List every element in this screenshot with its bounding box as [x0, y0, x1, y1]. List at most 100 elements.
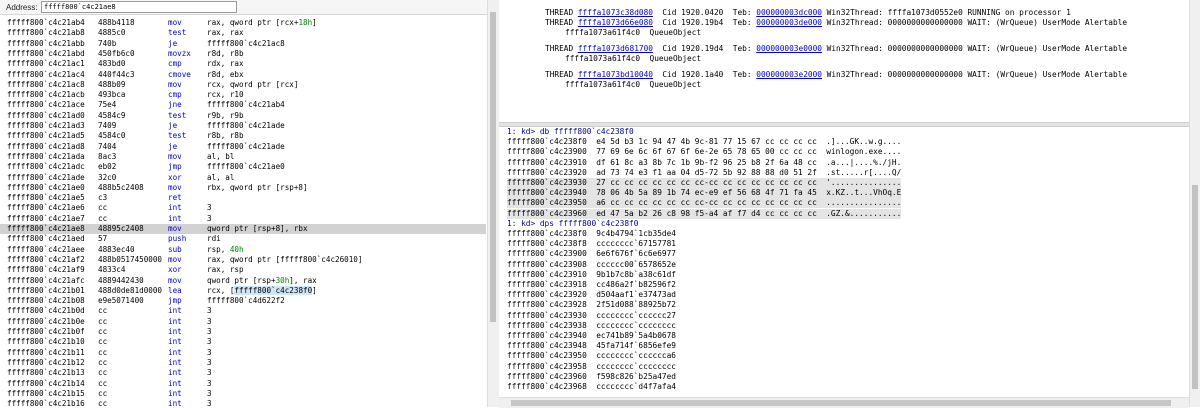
disasm-bytes: cc [98, 378, 108, 388]
thread-output-pane: THREAD ffffa1073c38d080 Cid 1920.0420 Te… [499, 0, 1189, 122]
disasm-address: fffff800`c4c21af2 [7, 254, 85, 264]
disasm-mnemonic: int [168, 388, 182, 398]
disasm-row[interactable]: fffff800`c4c21af2 488b0517450000 mov rax, q… [0, 255, 486, 265]
disasm-operands: rcx, [fffff800`c4c238f0] [207, 285, 317, 295]
disasm-row[interactable]: fffff800`c4c21b0f cc int 3 [0, 327, 486, 337]
disasm-row[interactable]: fffff800`c4c21ae7 cc int 3 [0, 214, 486, 224]
disasm-operands: 3 [207, 378, 212, 388]
disasm-address: fffff800`c4c21ae5 [7, 193, 85, 203]
disasm-row[interactable]: fffff800`c4c21ac8 488b09 mov rcx, qword ptr… [0, 80, 486, 90]
disasm-row[interactable]: fffff800`c4c21af9 4833c4 xor rax, rsp [0, 265, 486, 275]
disasm-row[interactable]: fffff800`c4c21ac4 440f44c3 cmove r8d, ebx [0, 70, 486, 80]
disasm-address: fffff800`c4c21ada [7, 151, 85, 161]
disasm-bytes: 4584c0 [98, 131, 126, 141]
disasm-row[interactable]: fffff800`c4c21b13 cc int 3 [0, 368, 486, 378]
teb-address-link[interactable]: 000000003e0000 [756, 44, 822, 53]
command-vertical-scrollbar[interactable] [1189, 0, 1200, 407]
teb-address-link[interactable]: 000000003de000 [756, 18, 822, 27]
disasm-highlighted-operand: fffff800`c4c238f0 [234, 285, 313, 295]
disasm-mnemonic: jmp [168, 162, 182, 172]
disasm-row[interactable]: fffff800`c4c21ae8 48895c2408 mov qword ptr … [0, 224, 486, 234]
disasm-row[interactable]: fffff800`c4c21aed 57 push rdi [0, 234, 486, 244]
teb-address-link[interactable]: 000000003e2000 [756, 70, 822, 79]
disasm-row[interactable]: fffff800`c4c21ad0 4584c9 test r9b, r9b [0, 111, 486, 121]
disasm-bytes: cc [98, 316, 108, 326]
disasm-address: fffff800`c4c21ab4 [7, 18, 85, 27]
disasm-row[interactable]: fffff800`c4c21b16 cc int 3 [0, 399, 486, 407]
disasm-address: fffff800`c4c21ae0 [7, 182, 85, 192]
disasm-row[interactable]: fffff800`c4c21b10 cc int 3 [0, 337, 486, 347]
thread-address-link[interactable]: ffffa1073d681700 [578, 44, 653, 53]
disasm-row[interactable]: fffff800`c4c21ada 8ac3 mov al, bl [0, 152, 486, 162]
memory-dump-line: fffff800`c4c23920 d504aaf1`e37473ad [507, 290, 676, 300]
disasm-mnemonic: int [168, 316, 182, 326]
thread-address-link[interactable]: ffffa1073c38d080 [578, 8, 653, 17]
memory-dump-line: fffff800`c4c23910 9b1b7c8b`a38c61df [507, 269, 676, 279]
disasm-row[interactable]: fffff800`c4c21b11 cc int 3 [0, 348, 486, 358]
disasm-row[interactable]: fffff800`c4c21ac1 483bd0 cmp rdx, rax [0, 59, 486, 69]
disasm-row[interactable]: fffff800`c4c21ab8 4885c0 test rax, rax [0, 28, 486, 38]
disasm-mnemonic: mov [168, 18, 182, 27]
disasm-row[interactable]: fffff800`c4c21b0d cc int 3 [0, 306, 486, 316]
disasm-row[interactable]: fffff800`c4c21ab4 488b4118 mov rax, qword p… [0, 18, 486, 28]
disasm-operands: fffff800`c4d622f2 [207, 296, 285, 306]
disasm-row[interactable]: fffff800`c4c21b14 cc int 3 [0, 379, 486, 389]
disasm-mnemonic: ret [168, 193, 182, 203]
disasm-row[interactable]: fffff800`c4c21ad3 7409 je fffff800`c4c21ade [0, 121, 486, 131]
disasm-row[interactable]: fffff800`c4c21acb 493bca cmp rcx, r10 [0, 90, 486, 100]
thread-address-link[interactable]: ffffa1073d66e080 [578, 18, 653, 27]
disasm-row[interactable]: fffff800`c4c21b15 cc int 3 [0, 389, 486, 399]
disasm-bytes: 4833c4 [98, 265, 126, 275]
disasm-bytes: 493bca [98, 90, 126, 100]
disasm-row[interactable]: fffff800`c4c21afc 4889442430 mov qword ptr … [0, 276, 486, 286]
disasm-bytes: cc [98, 347, 108, 357]
disasm-mnemonic: mov [168, 224, 182, 233]
disassembly-vertical-scrollbar[interactable] [487, 0, 499, 407]
memory-dump-line: fffff800`c4c23920 ad 73 74 e3 f1 aa 04 d… [507, 167, 902, 177]
disasm-operands: 3 [207, 306, 212, 316]
disasm-operands: 3 [207, 368, 212, 378]
disasm-row[interactable]: fffff800`c4c21ae5 c3 ret [0, 193, 486, 203]
disasm-mnemonic: je [168, 121, 178, 130]
address-input[interactable] [41, 1, 237, 13]
disasm-operands: qword ptr [rsp+30h], rax [207, 275, 317, 285]
disasm-mnemonic: test [168, 28, 187, 38]
disasm-mnemonic: lea [168, 285, 182, 295]
disasm-row[interactable]: fffff800`c4c21abb 740b je fffff800`c4c21ac8 [0, 39, 486, 49]
disasm-operands: r8d, r8b [207, 48, 244, 58]
disasm-row[interactable]: fffff800`c4c21abd 450fb6c0 movzx r8d, r8b [0, 49, 486, 59]
address-bar: Address: [0, 0, 487, 15]
memory-dump-line: fffff800`c4c23950 cccccccc`cccccca6 [507, 351, 676, 361]
disasm-bytes: 488b09 [98, 79, 126, 89]
thread-address-link[interactable]: ffffa1073bd10040 [578, 70, 653, 79]
thread-wait-object: ffffa1073a61f4c0 QueueObject [565, 28, 702, 37]
disasm-operands: r8b, r8b [207, 131, 244, 141]
disasm-row[interactable]: fffff800`c4c21ad8 7404 je fffff800`c4c21ade [0, 142, 486, 152]
disasm-row[interactable]: fffff800`c4c21ae6 cc int 3 [0, 203, 486, 213]
command-scroll-thumb[interactable] [1192, 185, 1198, 389]
disasm-row[interactable]: fffff800`c4c21b12 cc int 3 [0, 358, 486, 368]
disasm-row[interactable]: fffff800`c4c21b08 e9e5071400 jmp fffff800`c… [0, 296, 486, 306]
disasm-row[interactable]: fffff800`c4c21b0e cc int 3 [0, 317, 486, 327]
disasm-address: fffff800`c4c21b15 [7, 388, 85, 398]
disasm-bytes: 488b5c2408 [98, 182, 144, 192]
command-horizontal-scrollbar[interactable] [499, 397, 1189, 408]
disasm-bytes: 48895c2408 [98, 224, 144, 233]
disasm-row[interactable]: fffff800`c4c21b01 488d0de81d0000 lea rcx, [… [0, 285, 486, 296]
disasm-row[interactable]: fffff800`c4c21ae0 488b5c2408 mov rbx, qword… [0, 183, 486, 193]
memory-dump-line: fffff800`c4c23938 cccccccc`cccccccc [507, 320, 676, 330]
disasm-row[interactable]: fffff800`c4c21aee 4883ec40 sub rsp, 40h [0, 245, 486, 255]
command-hscroll-thumb[interactable] [511, 400, 1171, 406]
disassembly-scroll-thumb[interactable] [490, 12, 496, 322]
disasm-row[interactable]: fffff800`c4c21adc eb02 jmp fffff800`c4c21ae… [0, 162, 486, 172]
disasm-address: fffff800`c4c21abd [7, 48, 85, 58]
disasm-row[interactable]: fffff800`c4c21ad5 4584c0 test r8b, r8b [0, 131, 486, 141]
disasm-operands: 3 [207, 327, 212, 336]
disasm-row[interactable]: fffff800`c4c21ace 75e4 jne fffff800`c4c21ab… [0, 100, 486, 110]
disasm-mnemonic: mov [168, 182, 182, 192]
disasm-bytes: cc [98, 306, 108, 316]
teb-address-link[interactable]: 000000003dc000 [756, 8, 822, 17]
disasm-mnemonic: xor [168, 172, 182, 182]
disasm-address: fffff800`c4c21b16 [7, 399, 85, 407]
disasm-row[interactable]: fffff800`c4c21ade 32c0 xor al, al [0, 173, 486, 183]
